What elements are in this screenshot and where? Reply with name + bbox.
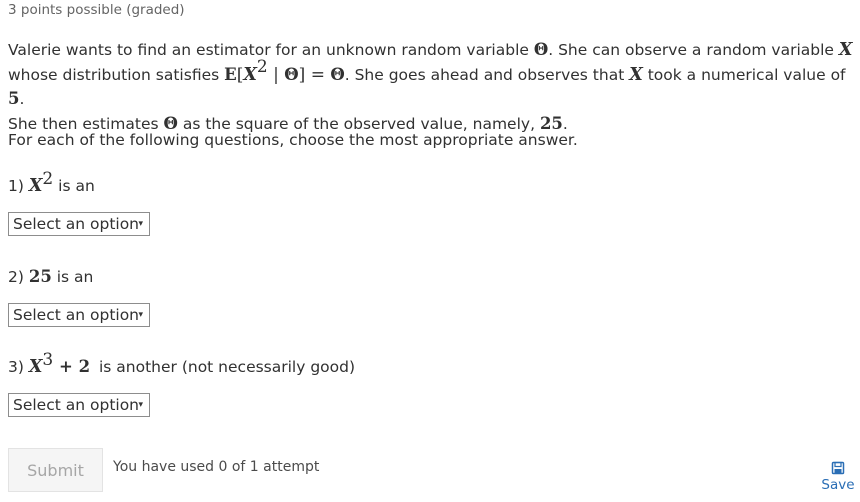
problem-prompt: Valerie wants to find an estimator for a… (8, 38, 854, 136)
math-exponent: 2 (256, 57, 268, 78)
question-text: is an (53, 177, 95, 195)
prompt-text: She then estimates (8, 114, 164, 133)
math-bracket: ] = (298, 64, 331, 85)
question-number: 2) (8, 268, 29, 286)
instruction-text: For each of the following questions, cho… (8, 131, 578, 149)
question-text: is an (51, 268, 94, 286)
question-number: 1) (8, 177, 29, 195)
math-theta: Θ (330, 64, 345, 84)
math-x: X (243, 64, 257, 85)
math-exponent: 3 (42, 349, 54, 370)
select-placeholder: Select an option (13, 215, 140, 233)
select-placeholder: Select an option (13, 306, 140, 324)
question-text: is another (not necessarily good) (94, 358, 356, 376)
dropdown-arrow-icon: ▾ (138, 310, 143, 320)
save-button[interactable]: Save (820, 461, 856, 493)
math-plus-two: + 2 (53, 357, 91, 376)
math-theta: Θ (163, 113, 178, 133)
math-five: 5 (8, 89, 20, 108)
prompt-text: Valerie wants to find an estimator for a… (8, 41, 534, 59)
prompt-text: whose distribution satisfies (8, 65, 225, 84)
prompt-paragraph: Valerie wants to find an estimator for a… (8, 38, 854, 136)
submit-button[interactable]: Submit (8, 448, 103, 492)
math-twentyfive: 25 (28, 267, 52, 286)
save-icon (831, 461, 845, 475)
dropdown-arrow-icon: ▾ (138, 400, 143, 410)
question-3-select[interactable]: Select an option ▾ (8, 393, 150, 417)
prompt-text: . (19, 90, 25, 108)
prompt-text: . (562, 114, 568, 133)
attempts-text: You have used 0 of 1 attempt (113, 459, 320, 475)
save-label: Save (821, 477, 855, 493)
question-1-select[interactable]: Select an option ▾ (8, 212, 150, 236)
math-expectation: E (224, 64, 237, 84)
prompt-text: as the square of the observed value, nam… (177, 114, 540, 133)
question-2-select[interactable]: Select an option ▾ (8, 303, 150, 327)
math-x: X (838, 40, 853, 60)
math-x: X (629, 64, 643, 85)
math-x: X (28, 357, 43, 377)
prompt-text: took a numerical value of (642, 65, 846, 84)
select-placeholder: Select an option (13, 396, 140, 414)
prompt-text: . She can observe a random variable (548, 41, 839, 59)
dropdown-arrow-icon: ▾ (138, 219, 143, 229)
math-theta: Θ (284, 64, 299, 84)
question-3-label: 3) X3 + 2 is another (not necessarily go… (8, 351, 356, 377)
math-exponent: 2 (42, 168, 54, 189)
math-twentyfive: 25 (539, 113, 563, 133)
points-possible: 3 points possible (graded) (8, 2, 185, 18)
math-x: X (28, 176, 43, 196)
question-2-label: 2) 25 is an (8, 267, 93, 286)
prompt-text: . She goes ahead and observes that (344, 65, 630, 84)
question-1-label: 1) X2 is an (8, 170, 95, 196)
math-theta: Θ (533, 40, 549, 59)
math-given: | (267, 64, 285, 85)
question-number: 3) (8, 358, 29, 376)
